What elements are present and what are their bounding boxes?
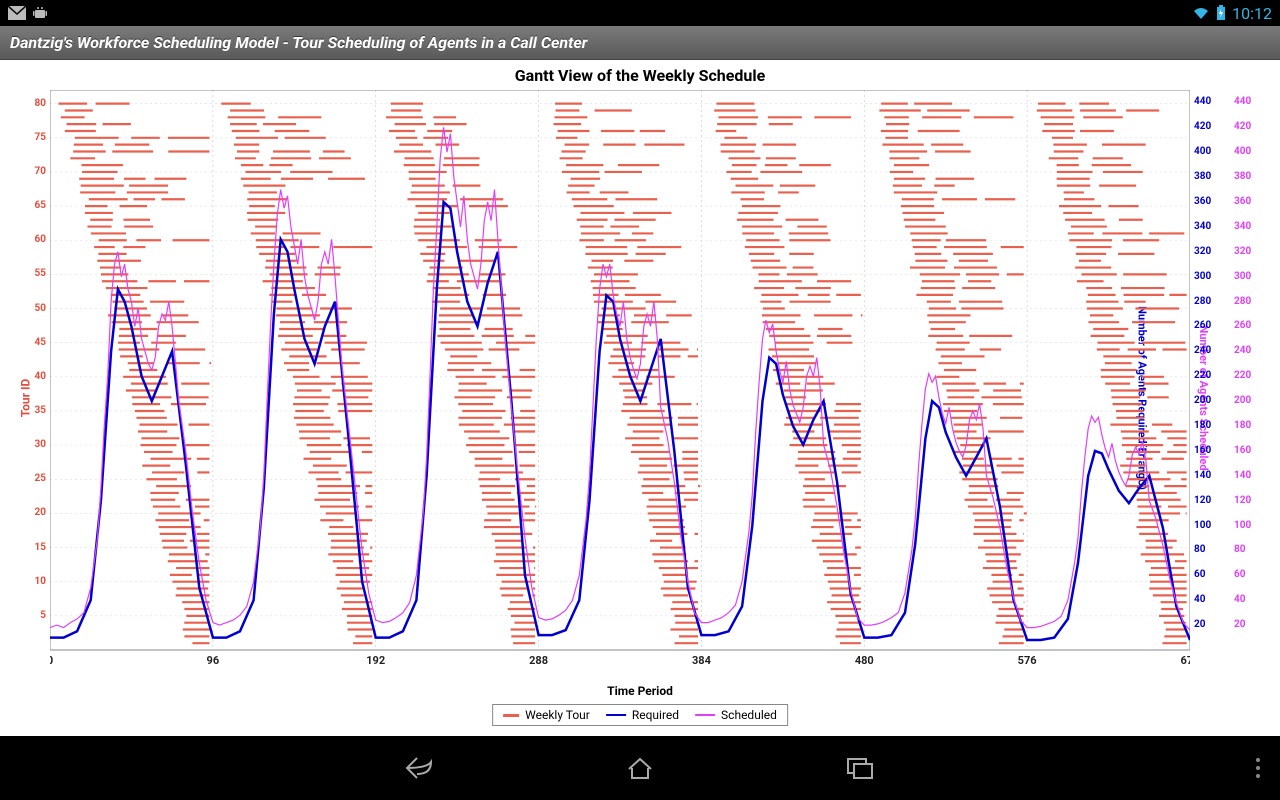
home-button[interactable]	[620, 753, 660, 783]
svg-text:384: 384	[692, 654, 712, 666]
chart-area: Gantt View of the Weekly Schedule Tour I…	[0, 60, 1280, 736]
legend-weekly-tour: Weekly Tour	[503, 708, 590, 722]
plot[interactable]: 0 96 192 288 384 480 576 672	[50, 90, 1190, 666]
svg-text:0: 0	[50, 654, 53, 666]
chart-title: Gantt View of the Weekly Schedule	[0, 60, 1280, 87]
svg-text:480: 480	[855, 654, 874, 666]
battery-icon	[1216, 5, 1226, 21]
mail-icon	[8, 6, 26, 20]
legend-required: Required	[606, 708, 679, 722]
svg-text:96: 96	[207, 654, 220, 666]
legend: Weekly Tour Required Scheduled	[492, 704, 788, 726]
x-axis-label: Time Period	[607, 684, 673, 698]
android-icon	[32, 5, 48, 21]
app-title: Dantzig's Workforce Scheduling Model - T…	[10, 33, 587, 52]
app-title-bar: Dantzig's Workforce Scheduling Model - T…	[0, 26, 1280, 60]
android-status-bar: 10:12	[0, 0, 1280, 26]
svg-text:672: 672	[1181, 654, 1190, 666]
back-button[interactable]	[400, 753, 440, 783]
svg-text:192: 192	[366, 654, 385, 666]
y-left-axis-label: Tour ID	[18, 379, 32, 418]
svg-text:576: 576	[1018, 654, 1037, 666]
svg-text:288: 288	[529, 654, 548, 666]
wifi-icon	[1192, 6, 1210, 20]
clock: 10:12	[1232, 4, 1272, 23]
legend-scheduled: Scheduled	[695, 708, 777, 722]
menu-button[interactable]	[1256, 758, 1260, 778]
recent-apps-button[interactable]	[840, 753, 880, 783]
android-nav-bar	[0, 736, 1280, 800]
